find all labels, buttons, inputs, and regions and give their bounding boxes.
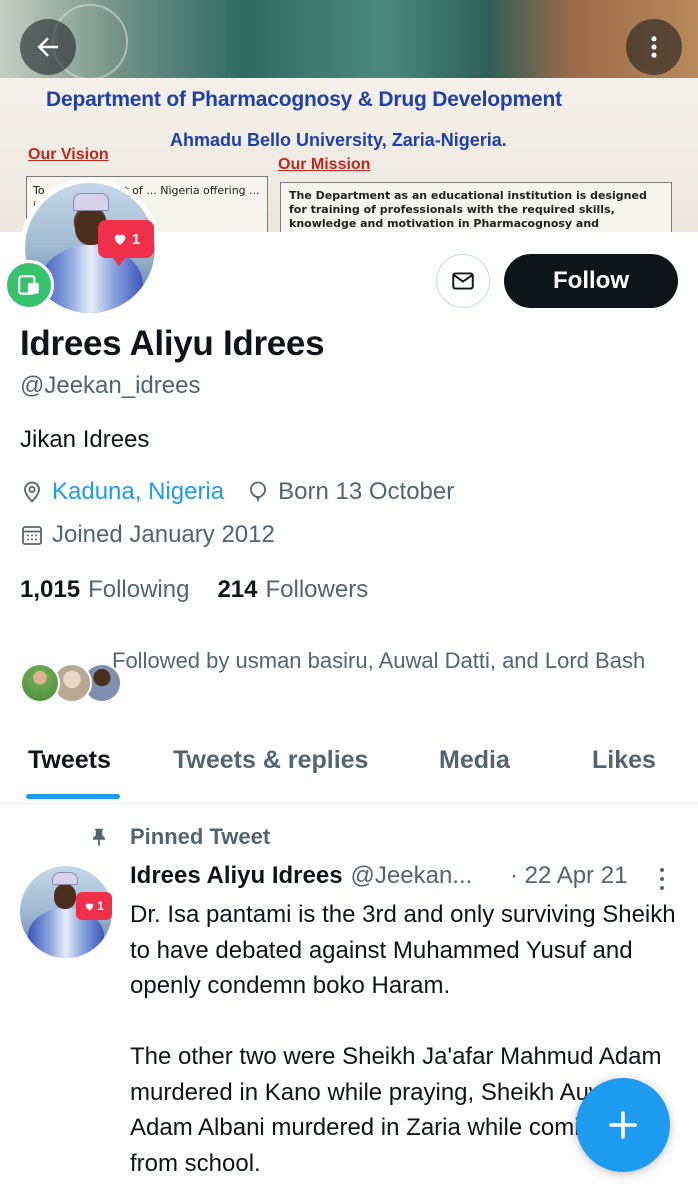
calendar-icon: [22, 526, 42, 545]
banner-dept-title: Department of Pharmacognosy & Drug Devel…: [46, 88, 562, 111]
message-button[interactable]: [436, 254, 490, 308]
followers-count: 214: [217, 576, 258, 603]
screenshot-tool-button[interactable]: [4, 260, 54, 310]
pinned-tweet-label: Pinned Tweet: [88, 824, 270, 850]
follow-button[interactable]: Follow: [504, 254, 678, 308]
avatar: [20, 663, 60, 703]
followed-by[interactable]: Followed by usman basiru, Auwal Datti, a…: [18, 645, 678, 703]
balloon-icon: [250, 481, 267, 502]
tab-tweets[interactable]: Tweets: [28, 746, 111, 775]
banner-dept-subtitle: Ahmadu Bello University, Zaria-Nigeria.: [170, 130, 507, 150]
profile-name: Idrees Aliyu Idrees: [20, 324, 325, 363]
tweet-more-button[interactable]: [656, 866, 668, 897]
envelope-icon: [452, 272, 474, 290]
followers-label: Followers: [265, 576, 369, 603]
like-count: 1: [131, 230, 141, 248]
follow-counts: 1,015 Following 214 Followers: [20, 576, 396, 604]
device-icon: [18, 275, 39, 295]
active-tab-indicator: [26, 794, 120, 799]
birthday-text: Born 13 October: [278, 478, 455, 505]
profile-bio: Jikan Idrees: [20, 426, 150, 453]
tweet-avatar-like-badge: 1: [76, 892, 112, 920]
pin-icon: [93, 828, 105, 847]
banner-mission-title: Our Mission: [278, 156, 371, 173]
birthday-item: Born 13 October: [246, 478, 454, 506]
tweet-header: Idrees Aliyu Idrees @Jeekan... · 22 Apr …: [130, 862, 670, 890]
heart-icon: [85, 903, 94, 911]
following-label: Following: [88, 576, 190, 603]
following-link[interactable]: 1,015 Following: [20, 576, 189, 604]
vertical-dots-icon: [660, 868, 664, 890]
followers-link[interactable]: 214 Followers: [217, 576, 368, 604]
vertical-dots-icon: [651, 36, 657, 58]
tweet-author-handle[interactable]: @Jeekan...: [351, 862, 473, 890]
joined-text: Joined January 2012: [52, 521, 275, 548]
followed-by-avatars: [18, 653, 122, 703]
arrow-left-icon: [37, 37, 58, 57]
followed-by-text: Followed by usman basiru, Auwal Datti, a…: [112, 648, 646, 673]
back-button[interactable]: [20, 19, 76, 75]
tweet-like-count: 1: [97, 899, 104, 913]
plus-icon: [609, 1111, 637, 1139]
location-item[interactable]: Kaduna, Nigeria: [20, 478, 224, 506]
banner-mission-text: The Department as an educational institu…: [280, 182, 672, 232]
following-count: 1,015: [20, 576, 81, 603]
banner-vision-title: Our Vision: [28, 146, 109, 163]
tab-media[interactable]: Media: [439, 746, 510, 775]
more-options-button[interactable]: [626, 19, 682, 75]
heart-icon: [114, 234, 126, 245]
tweet-author-name[interactable]: Idrees Aliyu Idrees: [130, 862, 343, 890]
location-pin-icon: [24, 481, 40, 503]
profile-meta-row: Kaduna, Nigeria Born 13 October: [20, 478, 454, 506]
tab-tweets-replies[interactable]: Tweets & replies: [173, 746, 368, 775]
tweet-date[interactable]: · 22 Apr 21: [510, 862, 627, 890]
avatar-like-badge: 1: [98, 220, 154, 266]
pinned-tweet-text: Pinned Tweet: [130, 824, 271, 849]
profile-meta-row: Joined January 2012: [20, 521, 275, 549]
location-text[interactable]: Kaduna, Nigeria: [52, 478, 224, 506]
tab-likes[interactable]: Likes: [592, 746, 656, 775]
joined-item: Joined January 2012: [20, 521, 275, 549]
compose-tweet-button[interactable]: [576, 1078, 670, 1172]
profile-handle: @Jeekan_idrees: [20, 372, 201, 399]
